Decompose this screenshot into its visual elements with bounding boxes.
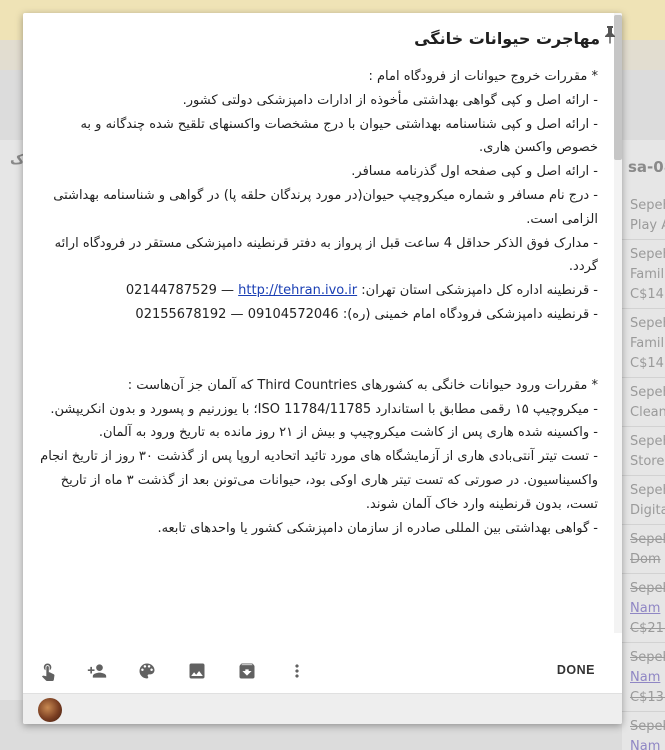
background-note-line: Sepeh xyxy=(630,532,665,547)
list-item: - ارائه اصل و کپی شناسنامه بهداشتی حیوان… xyxy=(80,116,598,156)
background-note-line: Nam xyxy=(630,739,661,750)
list-item: - درج نام مسافر و شماره میکروچیپ حیوان(د… xyxy=(53,187,598,227)
background-note-line: C$14. xyxy=(630,287,665,302)
done-button[interactable]: DONE xyxy=(557,663,595,677)
background-note-line: Digita xyxy=(630,503,665,518)
divider xyxy=(622,475,665,476)
list-item: - ارائه اصل و کپی گواهی بهداشتی مأخوذه ا… xyxy=(182,92,598,108)
divider xyxy=(622,426,665,427)
background-note-line: Store xyxy=(630,454,665,469)
phone-number: 02144787529 xyxy=(125,283,217,299)
divider xyxy=(622,377,665,378)
list-item: - ارائه اصل و کپی صفحه اول گذرنامه مسافر… xyxy=(351,164,598,180)
background-note-line: Sepeh xyxy=(630,385,665,400)
pin-icon[interactable] xyxy=(604,26,616,44)
background-note-line: C$21. xyxy=(630,621,665,636)
contact-line-airport: - قرنطینه دامپزشکی فرودگاه امام خمینی (ر… xyxy=(38,303,598,327)
background-note-line: C$14. xyxy=(630,356,665,371)
background-note-line: Sepeh xyxy=(630,434,665,449)
collaborators-bar xyxy=(23,693,622,724)
section-heading: * مقررات ورود حیوانات خانگی به کشورهای T… xyxy=(127,377,598,393)
list-item: - مدارک فوق الذکر حداقل 4 ساعت قبل از پر… xyxy=(54,235,598,275)
note-body-text[interactable]: * مقررات خروج حیوانات از فرودگاه امام : … xyxy=(38,65,598,540)
phone-number: 09104572046 xyxy=(247,306,339,322)
divider xyxy=(622,239,665,240)
background-note-line: Sepeh xyxy=(630,483,665,498)
background-note-line: Dom xyxy=(630,552,661,567)
background-note-line: Sepeh xyxy=(630,719,665,734)
add-collaborator-icon[interactable] xyxy=(87,661,107,681)
contact-label: - قرنطینه اداره کل دامپزشکی استان تهران: xyxy=(361,283,598,299)
archive-icon[interactable] xyxy=(237,661,257,681)
background-note-line: Clean xyxy=(630,405,665,420)
avatar[interactable] xyxy=(38,698,62,722)
background-note-line: Nam xyxy=(630,670,661,685)
dash: — xyxy=(221,283,235,299)
contact-label: - قرنطینه دامپزشکی فرودگاه امام خمینی (ر… xyxy=(342,306,598,322)
background-note-line: Sepeh xyxy=(630,650,665,665)
image-icon[interactable] xyxy=(187,661,207,681)
background-note-line: Play A xyxy=(630,218,665,233)
divider xyxy=(622,711,665,712)
divider xyxy=(622,642,665,643)
background-note-line: Sepeh xyxy=(630,247,665,262)
background-note-line: Nam xyxy=(630,601,661,616)
palette-icon[interactable] xyxy=(137,661,157,681)
tehran-ivo-link[interactable]: http://tehran.ivo.ir xyxy=(238,283,357,298)
list-item: - گواهی بهداشتی بین المللی صادره از سازم… xyxy=(157,520,598,536)
divider xyxy=(622,573,665,574)
background-note-line: Famil xyxy=(630,267,665,282)
scrollbar-track[interactable] xyxy=(614,13,622,633)
list-item: - تست تیتر آنتی‌بادی هاری از آزمایشگاه ه… xyxy=(40,449,598,512)
note-title[interactable]: مهاجرت حیوانات خانگی xyxy=(414,29,600,48)
contact-line-tehran: - قرنطینه اداره کل دامپزشکی استان تهران:… xyxy=(38,279,598,303)
note-editor-dialog: مهاجرت حیوانات خانگی * مقررات خروج حیوان… xyxy=(23,13,622,724)
divider xyxy=(622,308,665,309)
touch-remind-icon[interactable] xyxy=(38,661,58,681)
note-title-field[interactable]: مهاجرت حیوانات خانگی xyxy=(414,26,600,50)
background-note-title: sa-086 xyxy=(628,158,665,176)
dash: — xyxy=(230,306,244,322)
note-toolbar: DONE xyxy=(23,649,622,693)
list-item: - میکروچیپ ۱۵ رقمی مطابق با استاندارد IS… xyxy=(50,401,598,417)
list-item: - واکسینه شده هاری پس از کاشت میکروچیپ و… xyxy=(98,425,598,441)
divider xyxy=(622,524,665,525)
blank-lines xyxy=(38,327,598,374)
section-heading: * مقررات خروج حیوانات از فرودگاه امام : xyxy=(368,69,598,84)
background-note-line: Famil xyxy=(630,336,665,351)
phone-number: 02155678192 xyxy=(135,306,227,322)
background-note-line: C$13. xyxy=(630,690,665,705)
more-vert-icon[interactable] xyxy=(287,661,307,681)
background-note-line: Sepeh xyxy=(630,198,665,213)
background-note-right[interactable]: sa-086 Sepeh Play A Sepeh Famil C$14. Sepeh Fa… xyxy=(622,140,665,750)
background-note-line: Sepeh xyxy=(630,581,665,596)
background-note-line: Sepeh xyxy=(630,316,665,331)
